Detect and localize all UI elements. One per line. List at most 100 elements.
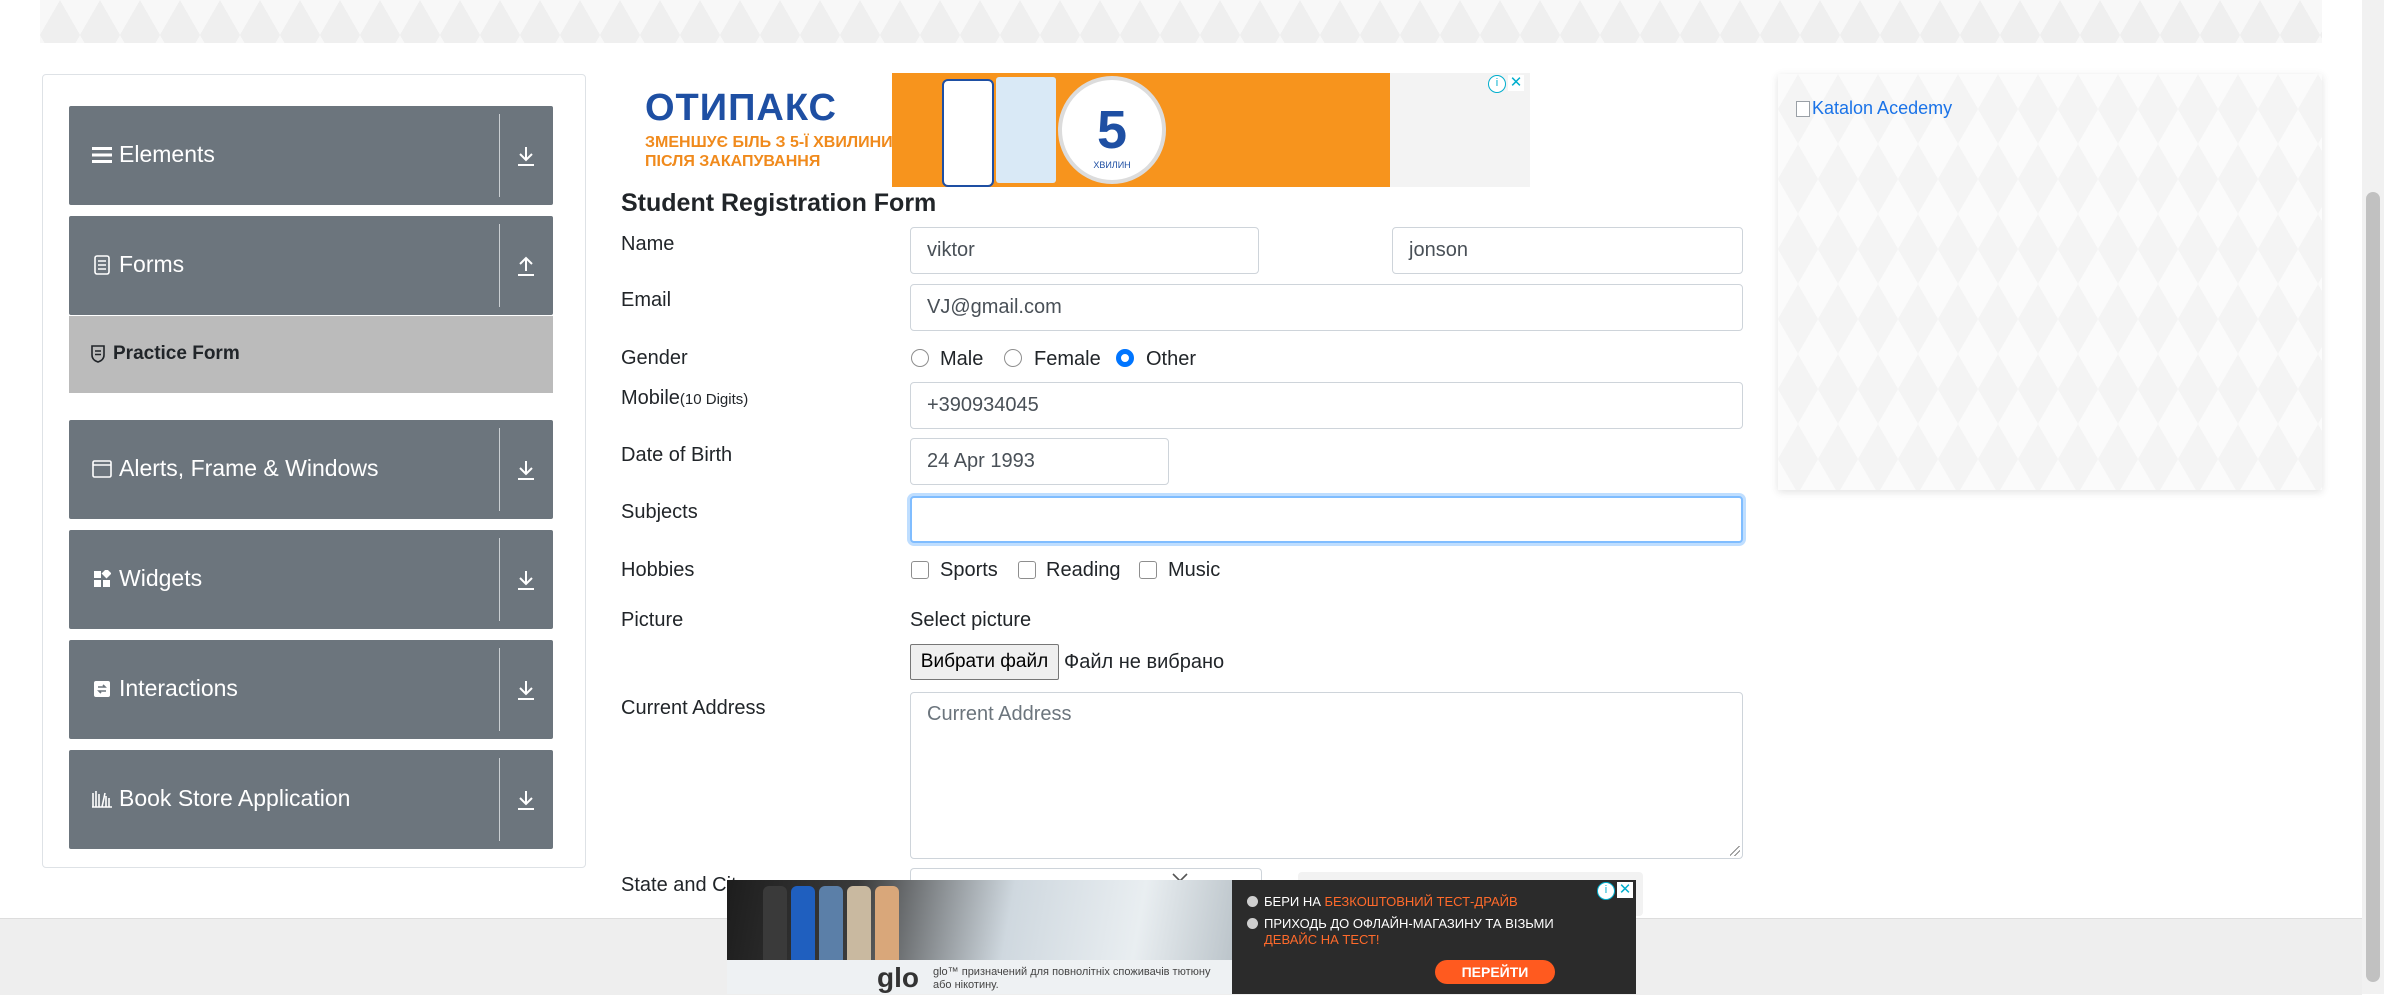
- mobile-hint: (10 Digits): [679, 391, 749, 408]
- download-arrow-icon[interactable]: [513, 786, 539, 814]
- sidebar-group-label: Alerts, Frame & Windows: [119, 455, 379, 481]
- download-arrow-icon[interactable]: [513, 456, 539, 484]
- product-bottle-image: [942, 79, 994, 187]
- current-address-placeholder: Current Address: [927, 703, 1072, 725]
- divider: [499, 648, 500, 731]
- form-title: Student Registration Form: [621, 189, 937, 217]
- top-banner: [40, 0, 2322, 43]
- product-box-image: [996, 77, 1056, 183]
- ad-banner-top[interactable]: ОТИПАКС ЗМЕНШУЄ БІЛЬ З 5-Ї ХВИЛИНИ ПІСЛЯ…: [620, 73, 1530, 187]
- hobby-label-music[interactable]: Music: [1168, 557, 1220, 583]
- last-name-input[interactable]: jonson: [1392, 227, 1743, 274]
- ad-banner-bottom[interactable]: glo glo™ призначений для повнолітніх спо…: [727, 880, 1636, 994]
- current-address-textarea[interactable]: Current Address: [910, 692, 1743, 859]
- sidebar-group-label: Book Store Application: [119, 785, 351, 811]
- file-status: Файл не вибрано: [1064, 651, 1225, 673]
- sidebar-item-practice-form[interactable]: Practice Form: [69, 316, 553, 393]
- books-icon: [91, 788, 113, 810]
- choose-file-button[interactable]: Вибрати файл: [910, 644, 1059, 680]
- first-name-input[interactable]: viktor: [910, 227, 1259, 274]
- window-icon: [91, 458, 113, 480]
- ad-tagline: ЗМЕНШУЄ БІЛЬ З 5-Ї ХВИЛИНИ ПІСЛЯ ЗАКАПУВ…: [645, 134, 893, 170]
- ad-brand: ОТИПАКС: [645, 87, 837, 129]
- ad-line-3-highlight: ДЕВАЙС НА ТЕСТ!: [1264, 932, 1380, 947]
- sidebar-group-widgets[interactable]: Widgets: [69, 530, 553, 629]
- glo-logo: glo: [877, 962, 919, 993]
- picture-label: Picture: [621, 609, 684, 631]
- download-arrow-icon[interactable]: [513, 676, 539, 704]
- sidebar-group-alerts[interactable]: Alerts, Frame & Windows: [69, 420, 553, 519]
- gender-label-female[interactable]: Female: [1034, 346, 1101, 372]
- divider: [499, 114, 500, 197]
- broken-image-icon: [1796, 100, 1810, 117]
- ad-close-icon[interactable]: ✕: [1508, 75, 1524, 91]
- hobby-checkbox-music[interactable]: [1139, 561, 1157, 579]
- divider: [499, 758, 500, 841]
- ad-line-1-highlight: БЕЗКОШТОВНИЙ ТЕСТ-ДРАЙВ: [1324, 894, 1518, 909]
- clock-graphic: 5 ХВИЛИН: [1058, 76, 1166, 184]
- sidebar: Elements Forms Practice Form Alerts, Fra…: [42, 74, 586, 868]
- bullet-icon: [1247, 896, 1258, 907]
- hamburger-icon: [91, 144, 113, 166]
- divider: [499, 538, 500, 621]
- hobbies-group: Sports Reading Music: [910, 557, 1310, 583]
- subjects-label: Subjects: [621, 501, 698, 523]
- download-arrow-icon[interactable]: [513, 566, 539, 594]
- name-label: Name: [621, 233, 675, 255]
- ad-close-icon[interactable]: ✕: [1617, 882, 1633, 898]
- sidebar-group-label: Interactions: [119, 675, 238, 701]
- bullet-icon: [1247, 918, 1258, 929]
- mobile-label-text: Mobile: [621, 387, 680, 409]
- ad-line-1-prefix: БЕРИ НА: [1264, 894, 1325, 909]
- sidebar-item-label: Practice Form: [113, 343, 240, 364]
- gender-radio-male[interactable]: [911, 349, 929, 367]
- divider: [499, 428, 500, 511]
- hobby-label-reading[interactable]: Reading: [1046, 557, 1121, 583]
- interactions-icon: [91, 678, 113, 700]
- divider: [499, 224, 500, 307]
- hobby-label-sports[interactable]: Sports: [940, 557, 998, 583]
- gender-label-male[interactable]: Male: [940, 346, 983, 372]
- current-address-label: Current Address: [621, 697, 766, 719]
- ad-info-icon[interactable]: i: [1488, 75, 1506, 93]
- sidebar-group-elements[interactable]: Elements: [69, 106, 553, 205]
- sidebar-group-interactions[interactable]: Interactions: [69, 640, 553, 739]
- ad-line-2-text: ПРИХОДЬ ДО ОФЛАЙН-МАГАЗИНУ ТА ВІЗЬМИ: [1264, 916, 1554, 931]
- gender-radio-other[interactable]: [1116, 349, 1134, 367]
- mobile-input[interactable]: +390934045: [910, 382, 1743, 429]
- email-label: Email: [621, 289, 672, 311]
- page-scrollbar[interactable]: [2362, 0, 2384, 994]
- sidebar-group-forms[interactable]: Forms: [69, 216, 553, 315]
- clock-number: 5: [1096, 100, 1128, 160]
- download-arrow-icon[interactable]: [513, 142, 539, 170]
- sidebar-group-label: Forms: [119, 251, 185, 277]
- resize-handle[interactable]: [1730, 846, 1740, 856]
- katalon-academy-alt-text[interactable]: Katalon Acedemy: [1812, 98, 1952, 119]
- ad-line-2: ПРИХОДЬ ДО ОФЛАЙН-МАГАЗИНУ ТА ВІЗЬМИ: [1247, 916, 1554, 932]
- dob-label: Date of Birth: [621, 444, 733, 466]
- date-of-birth-input[interactable]: 24 Apr 1993: [910, 438, 1169, 485]
- upload-arrow-icon[interactable]: [513, 252, 539, 280]
- email-input[interactable]: VJ@gmail.com: [910, 284, 1743, 331]
- ad-line-1: БЕРИ НА БЕЗКОШТОВНИЙ ТЕСТ-ДРАЙВ: [1247, 894, 1518, 910]
- subjects-input[interactable]: [910, 496, 1743, 543]
- ad-line-3: ДЕВАЙС НА ТЕСТ!: [1264, 932, 1380, 948]
- scrollbar-thumb[interactable]: [2366, 192, 2380, 982]
- ad-info-icon[interactable]: i: [1597, 882, 1615, 900]
- shield-icon: [91, 345, 107, 363]
- ad-legal-text: glo™ призначений для повнолітніх спожива…: [933, 966, 1211, 991]
- hobby-checkbox-sports[interactable]: [911, 561, 929, 579]
- sidebar-group-label: Widgets: [119, 565, 203, 591]
- widgets-icon: [91, 568, 113, 590]
- sidebar-group-book-store[interactable]: Book Store Application: [69, 750, 553, 849]
- hobbies-label: Hobbies: [621, 559, 695, 581]
- ad-cta-button[interactable]: ПЕРЕЙТИ: [1435, 960, 1555, 984]
- gender-radio-female[interactable]: [1004, 349, 1022, 367]
- sidebar-group-label: Elements: [119, 141, 215, 167]
- gender-label: Gender: [621, 347, 688, 369]
- gender-label-other[interactable]: Other: [1146, 346, 1196, 372]
- mobile-label: Mobile(10 Digits): [621, 385, 748, 413]
- select-picture-label: Select picture: [910, 609, 1032, 631]
- katalon-academy-image[interactable]: Katalon Acedemy: [1796, 98, 1952, 119]
- hobby-checkbox-reading[interactable]: [1018, 561, 1036, 579]
